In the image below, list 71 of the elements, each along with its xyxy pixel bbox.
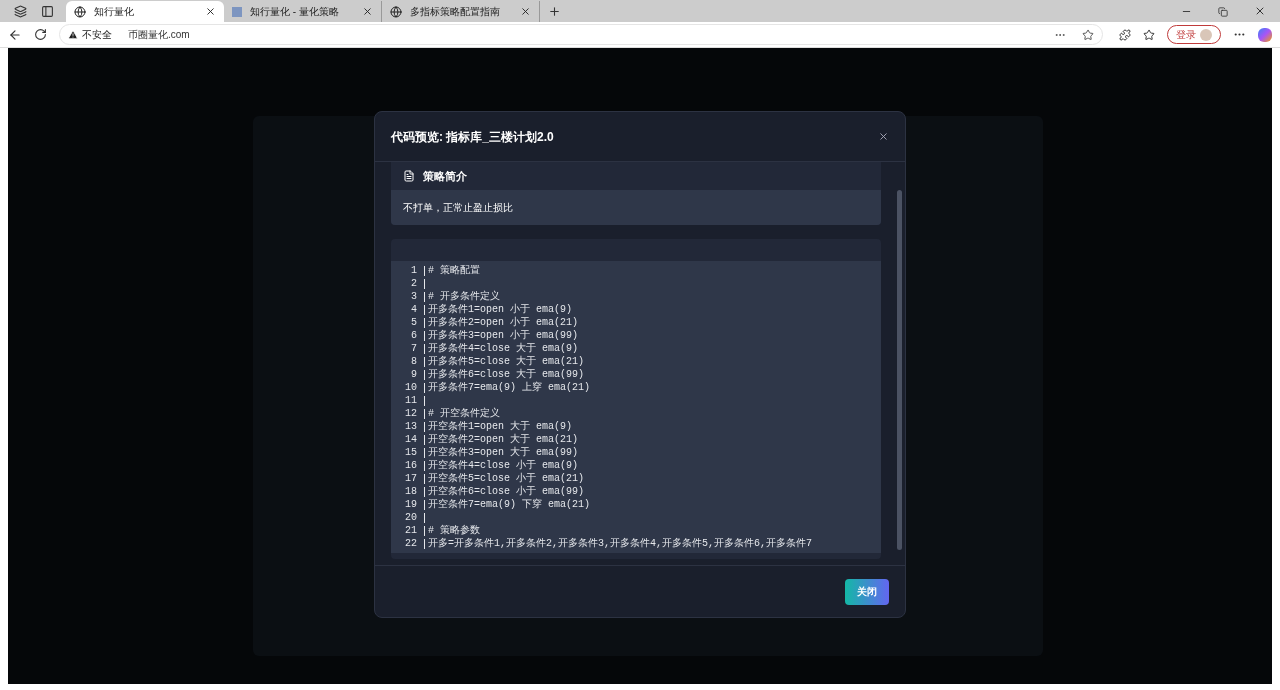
line-number: 15 — [404, 446, 418, 460]
modal-title: 代码预览: 指标库_三楼计划2.0 — [391, 128, 554, 146]
line-number: 2 — [410, 277, 418, 291]
restore-icon[interactable] — [1218, 7, 1228, 17]
favorites-icon[interactable] — [1143, 28, 1155, 41]
puzzle-icon[interactable] — [1119, 28, 1131, 41]
code-line: 开空条件6=close 小于 ema(99) — [428, 484, 584, 498]
code-line: 开空条件4=close 小于 ema(9) — [428, 458, 578, 472]
address-text: 币圈量化.com — [128, 28, 191, 42]
line-number: 4 — [410, 303, 418, 317]
close-button[interactable]: 关闭 — [845, 578, 889, 605]
tab-panel-icon[interactable] — [41, 5, 54, 18]
line-number: 17 — [404, 472, 418, 486]
line-number: 14 — [404, 433, 418, 447]
code-line: 开空条件7=ema(9) 下穿 ema(21) — [428, 497, 591, 512]
line-number: 19 — [404, 498, 418, 512]
back-icon[interactable] — [8, 27, 22, 42]
close-icon[interactable] — [1254, 5, 1266, 17]
warning-icon — [68, 29, 78, 40]
tab-title: 知行量化 - 量化策略 — [250, 5, 340, 19]
line-number: 18 — [404, 485, 418, 499]
globe-icon — [390, 5, 402, 18]
close-icon[interactable] — [205, 6, 216, 17]
document-icon — [403, 170, 415, 182]
code-line: 开多条件2=open 小于 ema(21) — [428, 315, 578, 329]
close-icon[interactable] — [878, 131, 889, 142]
site-icon — [232, 6, 242, 17]
security-label: 不安全 — [82, 28, 112, 42]
tab-title: 多指标策略配置指南 — [410, 5, 501, 19]
code-line: 开空条件3=open 大于 ema(99) — [428, 445, 578, 459]
address-bar[interactable]: 不安全 币圈量化.com — [59, 24, 1103, 45]
close-icon[interactable] — [520, 6, 531, 17]
code-line: # 策略参数 — [428, 524, 480, 538]
code-line: 开空条件5=close 小于 ema(21) — [428, 471, 584, 485]
line-number: 5 — [410, 316, 418, 330]
line-number: 7 — [410, 342, 418, 356]
line-number: 10 — [404, 381, 418, 395]
line-number: 3 — [410, 290, 418, 304]
code-line: # 开多条件定义 — [428, 289, 500, 304]
tab-title: 知行量化 — [94, 5, 135, 19]
close-icon[interactable] — [362, 6, 373, 17]
intro-heading: 策略简介 — [423, 168, 467, 184]
code-line: # 策略配置 — [428, 264, 480, 278]
line-number: 16 — [404, 459, 418, 473]
line-number: 21 — [404, 524, 418, 538]
code-line: # 开空条件定义 — [428, 406, 500, 420]
code-line: 开多条件4=close 大于 ema(9) — [428, 342, 578, 356]
line-number: 11 — [404, 394, 418, 408]
avatar-icon — [1200, 28, 1212, 41]
line-number: 22 — [404, 537, 418, 551]
code-line: 开多=开多条件1,开多条件2,开多条件3,开多条件4,开多条件5,开多条件6,开多条件7 — [428, 537, 812, 551]
line-number: 12 — [404, 407, 418, 421]
line-number: 20 — [404, 511, 418, 525]
line-number: 9 — [410, 368, 418, 382]
line-number: 8 — [410, 355, 418, 369]
code-line: 开多条件6=close 大于 ema(99) — [428, 368, 584, 381]
code-line: 开多条件5=close 大于 ema(21) — [428, 355, 584, 369]
intro-text: 不打单，正常止盈止损比 — [403, 201, 513, 215]
line-number: 13 — [404, 420, 418, 434]
line-number: 1 — [410, 264, 418, 278]
globe-icon — [74, 5, 86, 18]
code-line: 开多条件1=open 小于 ema(9) — [428, 302, 572, 316]
code-line: 开多条件3=open 小于 ema(99) — [428, 328, 578, 343]
new-tab-icon[interactable] — [548, 5, 561, 18]
code-line: 开多条件7=ema(9) 上穿 ema(21) — [428, 380, 591, 395]
reload-icon[interactable] — [34, 28, 47, 41]
code-line: 开空条件2=open 大于 ema(21) — [428, 432, 578, 446]
code-line: 开空条件1=open 大于 ema(9) — [428, 419, 572, 433]
browser-tab[interactable]: 知行量化 — [66, 1, 224, 22]
star-icon[interactable] — [1082, 28, 1094, 41]
line-number: 6 — [410, 329, 418, 343]
